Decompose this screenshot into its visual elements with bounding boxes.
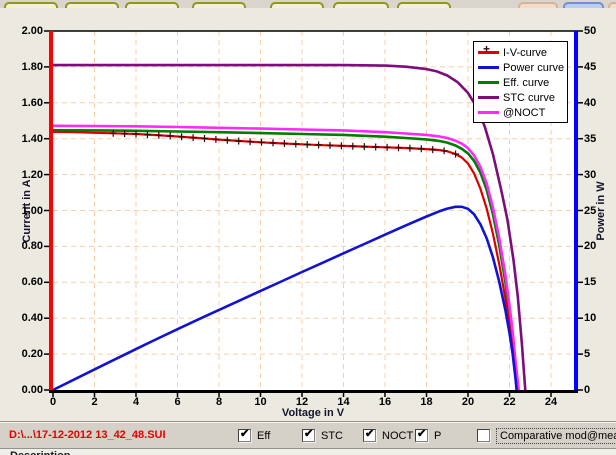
checkmark-icon: ✔ [240, 428, 249, 441]
y-right-tick-label: 5 [584, 348, 608, 360]
legend-label: Eff. curve [503, 77, 549, 89]
x-tick-label: 12 [290, 396, 314, 408]
y-right-tick-label: 20 [584, 240, 608, 252]
x-tick-label: 24 [539, 396, 563, 408]
legend-item-eff-curve[interactable]: Eff. curve [478, 75, 567, 90]
checkbox-stc[interactable]: ✔ STC [302, 428, 343, 443]
y-right-tick-label: 10 [584, 312, 608, 324]
x-axis-title: Voltage in V [213, 407, 413, 419]
y-left-tick-label: 1.00 [12, 205, 43, 217]
x-tick-label: 14 [332, 396, 356, 408]
y-left-tick-label: 1.60 [12, 97, 43, 109]
checkmark-icon: ✔ [304, 428, 313, 441]
x-tick-label: 6 [166, 396, 190, 408]
y-left-tick-label: 2.00 [12, 25, 43, 37]
plus-marker-icon: + [483, 43, 490, 55]
y-left-tick-label: 1.40 [12, 133, 43, 145]
checkbox-p[interactable]: ✔P [415, 428, 441, 443]
legend-label: STC curve [503, 92, 555, 104]
legend-swatch-stc [478, 96, 499, 99]
y-right-tick-label: 30 [584, 169, 608, 181]
legend-label: Power curve [503, 62, 564, 74]
checkbox-noct[interactable]: ✔ NOCT [363, 428, 413, 443]
iv-curve-chart: Current in A Power in W Voltage in V + I… [0, 8, 616, 421]
description-label: Description [10, 450, 71, 455]
checkbox-comparative-mod-meas-cond[interactable]: Comparative mod@meas.cond. [477, 428, 616, 443]
y-left-tick-label: 0.20 [12, 348, 43, 360]
checkbox-box[interactable] [477, 429, 490, 442]
x-tick-label: 10 [249, 396, 273, 408]
x-tick-label: 22 [498, 396, 522, 408]
checkbox-label: Comparative mod@meas.cond. [496, 428, 616, 444]
checkbox-box[interactable]: ✔ [363, 429, 376, 442]
y-right-tick-label: 50 [584, 25, 608, 37]
x-tick-label: 0 [41, 396, 65, 408]
checkbox-box[interactable]: ✔ [238, 429, 251, 442]
x-tick-label: 8 [207, 396, 231, 408]
footer-bar: D:\...\17-12-2012 13_42_48.SUI ✔Eff✔STC✔… [0, 421, 616, 449]
legend-label: I-V-curve [503, 47, 547, 59]
x-tick-label: 2 [83, 396, 107, 408]
legend-item-noct-curve[interactable]: @NOCT [478, 105, 567, 120]
x-tick-label: 20 [456, 396, 480, 408]
y-left-tick-label: 1.20 [12, 169, 43, 181]
legend-item-iv-curve[interactable]: + I-V-curve [478, 45, 567, 60]
y-right-tick-label: 35 [584, 133, 608, 145]
checkbox-label: P [434, 430, 441, 442]
y-right-tick-label: 40 [584, 97, 608, 109]
legend-swatch-power [478, 66, 499, 69]
checkmark-icon: ✔ [417, 428, 426, 441]
x-tick-label: 18 [415, 396, 439, 408]
y-right-tick-label: 15 [584, 276, 608, 288]
checkbox-box[interactable]: ✔ [302, 429, 315, 442]
legend-swatch-eff [478, 81, 499, 84]
y-right-tick-label: 0 [584, 384, 608, 396]
legend-item-stc-curve[interactable]: STC curve [478, 90, 567, 105]
legend-swatch-noct [478, 111, 499, 114]
checkmark-icon: ✔ [365, 428, 374, 441]
measurement-file-path[interactable]: D:\...\17-12-2012 13_42_48.SUI [9, 429, 166, 441]
checkbox-label: NOCT [382, 430, 413, 442]
x-tick-label: 16 [373, 396, 397, 408]
checkbox-box[interactable]: ✔ [415, 429, 428, 442]
checkbox-label: Eff [257, 430, 270, 442]
y-right-tick-label: 45 [584, 61, 608, 73]
y-left-tick-label: 0.80 [12, 240, 43, 252]
y-left-tick-label: 0.40 [12, 312, 43, 324]
chart-legend: + I-V-curve Power curve Eff. curve STC c… [473, 41, 568, 123]
y-left-tick-label: 0.60 [12, 276, 43, 288]
y-left-tick-label: 1.80 [12, 61, 43, 73]
legend-item-power-curve[interactable]: Power curve [478, 60, 567, 75]
checkbox-label: STC [321, 430, 343, 442]
legend-swatch-iv: + [478, 51, 499, 54]
y-right-tick-label: 25 [584, 205, 608, 217]
y-left-tick-label: 0.00 [12, 384, 43, 396]
legend-label: @NOCT [503, 107, 545, 119]
x-tick-label: 4 [124, 396, 148, 408]
checkbox-eff[interactable]: ✔ Eff [238, 428, 270, 443]
